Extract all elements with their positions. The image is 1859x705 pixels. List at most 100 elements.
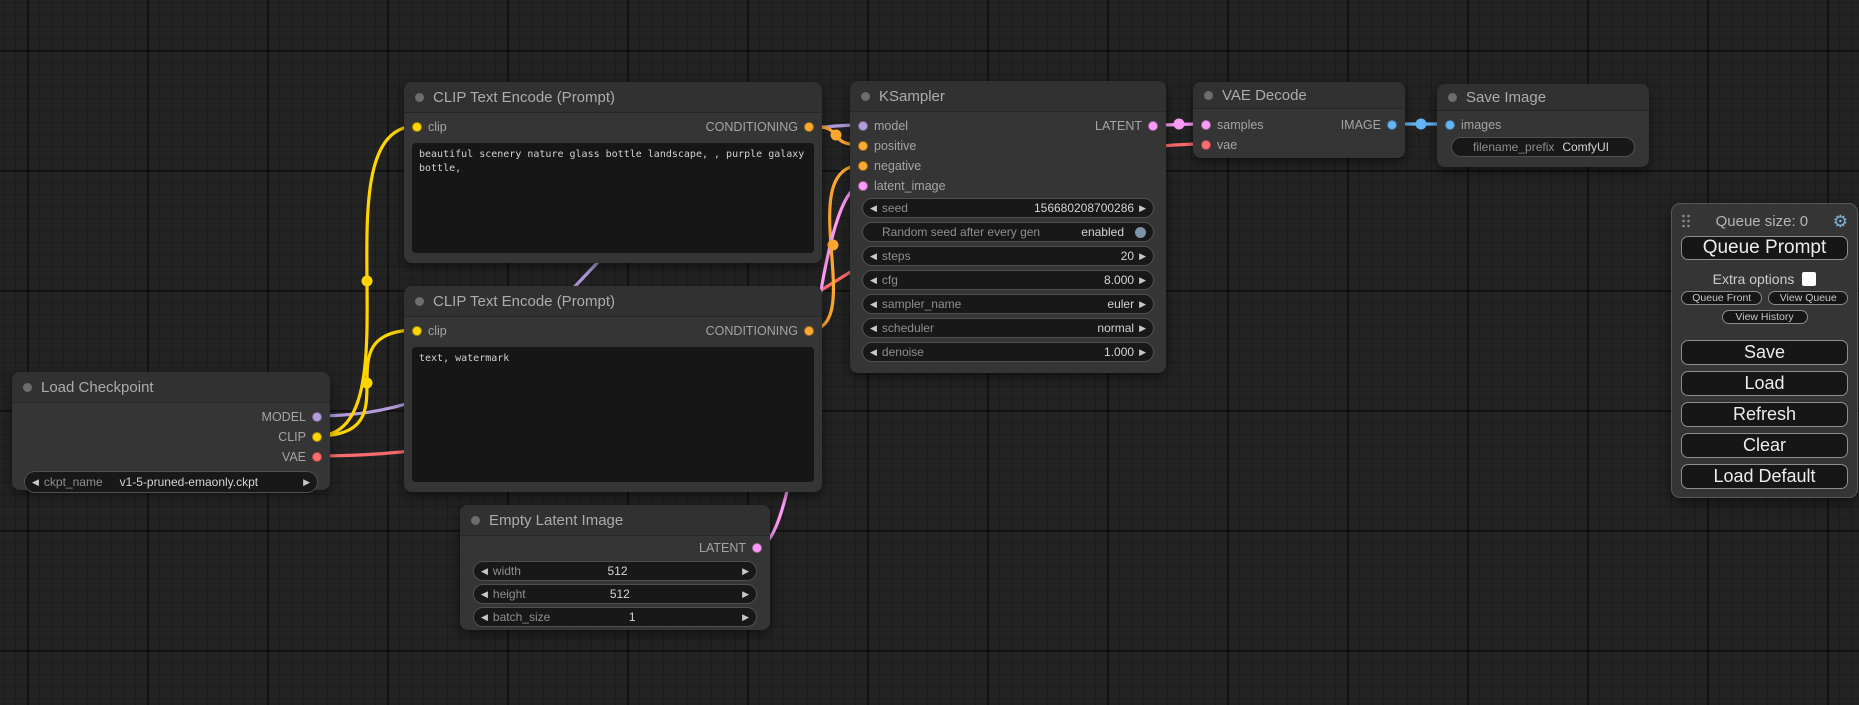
node-title-bar[interactable]: Empty Latent Image bbox=[460, 505, 770, 536]
node-clip-text-encode-positive[interactable]: CLIP Text Encode (Prompt) clip CONDITION… bbox=[404, 82, 822, 263]
decrement-arrow-icon[interactable]: ◀ bbox=[870, 300, 877, 309]
node-collapse-dot[interactable] bbox=[415, 297, 424, 306]
widget-random-seed-toggle[interactable]: Random seed after every gen enabled bbox=[862, 222, 1154, 242]
load-default-button[interactable]: Load Default bbox=[1681, 464, 1848, 489]
node-collapse-dot[interactable] bbox=[415, 93, 424, 102]
widget-seed[interactable]: ◀ seed 156680208700286 ▶ bbox=[862, 198, 1154, 218]
toggle-indicator[interactable] bbox=[1135, 227, 1146, 238]
input-port-dot[interactable] bbox=[858, 181, 868, 191]
node-collapse-dot[interactable] bbox=[23, 383, 32, 392]
widget-value: 512 bbox=[610, 587, 630, 601]
port-row: clip CONDITIONING bbox=[404, 321, 822, 341]
output-port-dot-conditioning[interactable] bbox=[804, 122, 814, 132]
output-port-dot-conditioning[interactable] bbox=[804, 326, 814, 336]
widget-filename-prefix[interactable]: filename_prefix ComfyUI bbox=[1451, 137, 1635, 157]
node-empty-latent-image[interactable]: Empty Latent Image LATENT ◀ width 512 ▶ … bbox=[460, 505, 770, 630]
node-clip-text-encode-negative[interactable]: CLIP Text Encode (Prompt) clip CONDITION… bbox=[404, 286, 822, 492]
widget-batch-size[interactable]: ◀ batch_size 1 ▶ bbox=[473, 607, 757, 627]
increment-arrow-icon[interactable]: ▶ bbox=[742, 567, 749, 576]
node-title-bar[interactable]: KSampler bbox=[850, 81, 1166, 112]
widget-width[interactable]: ◀ width 512 ▶ bbox=[473, 561, 757, 581]
node-title-bar[interactable]: VAE Decode bbox=[1193, 82, 1405, 109]
input-port-dot-samples[interactable] bbox=[1201, 120, 1211, 130]
decrement-arrow-icon[interactable]: ◀ bbox=[870, 276, 877, 285]
decrement-arrow-icon[interactable]: ◀ bbox=[870, 324, 877, 333]
output-port-dot[interactable] bbox=[312, 432, 322, 442]
comfyui-canvas[interactable]: Load Checkpoint MODEL CLIP VAE ◀ ckpt_na… bbox=[0, 0, 1859, 705]
port-row-samples-image: samples IMAGE bbox=[1193, 115, 1405, 135]
node-title: CLIP Text Encode (Prompt) bbox=[433, 293, 615, 310]
node-collapse-dot[interactable] bbox=[1448, 93, 1457, 102]
widget-steps[interactable]: ◀ steps 20 ▶ bbox=[862, 246, 1154, 266]
node-ksampler[interactable]: KSampler model LATENT positive negative … bbox=[850, 81, 1166, 373]
widget-denoise[interactable]: ◀ denoise 1.000 ▶ bbox=[862, 342, 1154, 362]
input-port-dot[interactable] bbox=[1201, 140, 1211, 150]
node-vae-decode[interactable]: VAE Decode samples IMAGE vae bbox=[1193, 82, 1405, 158]
widget-scheduler[interactable]: ◀ scheduler normal ▶ bbox=[862, 318, 1154, 338]
increment-arrow-icon[interactable]: ▶ bbox=[742, 613, 749, 622]
increment-arrow-icon[interactable]: ▶ bbox=[1139, 300, 1146, 309]
view-history-button[interactable]: View History bbox=[1722, 310, 1808, 324]
node-title-bar[interactable]: CLIP Text Encode (Prompt) bbox=[404, 82, 822, 113]
decrement-arrow-icon[interactable]: ◀ bbox=[870, 348, 877, 357]
link-midpoint-dot bbox=[831, 130, 842, 141]
node-title: CLIP Text Encode (Prompt) bbox=[433, 89, 615, 106]
widget-label: steps bbox=[882, 249, 911, 263]
node-title-bar[interactable]: Save Image bbox=[1437, 84, 1649, 111]
refresh-button[interactable]: Refresh bbox=[1681, 402, 1848, 427]
save-button[interactable]: Save bbox=[1681, 340, 1848, 365]
output-port-dot[interactable] bbox=[312, 452, 322, 462]
input-port-dot[interactable] bbox=[858, 141, 868, 151]
node-load-checkpoint[interactable]: Load Checkpoint MODEL CLIP VAE ◀ ckpt_na… bbox=[12, 372, 330, 490]
decrement-arrow-icon[interactable]: ◀ bbox=[870, 204, 877, 213]
input-port-latent-image: latent_image bbox=[850, 176, 1166, 196]
increment-arrow-icon[interactable]: ▶ bbox=[1139, 276, 1146, 285]
queue-front-button[interactable]: Queue Front bbox=[1681, 291, 1762, 305]
input-port-dot-clip[interactable] bbox=[412, 326, 422, 336]
queue-prompt-button[interactable]: Queue Prompt bbox=[1681, 236, 1848, 260]
widget-height[interactable]: ◀ height 512 ▶ bbox=[473, 584, 757, 604]
load-button[interactable]: Load bbox=[1681, 371, 1848, 396]
increment-arrow-icon[interactable]: ▶ bbox=[1139, 348, 1146, 357]
extra-options-checkbox[interactable] bbox=[1802, 272, 1816, 286]
output-port-dot-latent[interactable] bbox=[1148, 121, 1158, 131]
settings-gear-icon[interactable]: ⚙ bbox=[1833, 213, 1848, 230]
link-midpoint-dot bbox=[828, 240, 839, 251]
view-queue-button[interactable]: View Queue bbox=[1768, 291, 1848, 305]
drag-handle[interactable] bbox=[1681, 213, 1691, 229]
output-label: IMAGE bbox=[1341, 118, 1381, 132]
input-port-dot[interactable] bbox=[1445, 120, 1455, 130]
increment-arrow-icon[interactable]: ▶ bbox=[1139, 204, 1146, 213]
output-port-clip: CLIP bbox=[12, 427, 330, 447]
node-title-bar[interactable]: CLIP Text Encode (Prompt) bbox=[404, 286, 822, 317]
node-collapse-dot[interactable] bbox=[1204, 91, 1213, 100]
output-port-dot-image[interactable] bbox=[1387, 120, 1397, 130]
link-midpoint-dot bbox=[1416, 119, 1427, 130]
decrement-arrow-icon[interactable]: ◀ bbox=[481, 590, 488, 599]
clear-button[interactable]: Clear bbox=[1681, 433, 1848, 458]
output-label: CONDITIONING bbox=[706, 120, 798, 134]
increment-arrow-icon[interactable]: ▶ bbox=[303, 478, 310, 487]
widget-label: filename_prefix bbox=[1473, 140, 1554, 154]
decrement-arrow-icon[interactable]: ◀ bbox=[870, 252, 877, 261]
node-save-image[interactable]: Save Image images filename_prefix ComfyU… bbox=[1437, 84, 1649, 167]
widget-ckpt-name[interactable]: ◀ ckpt_name v1-5-pruned-emaonly.ckpt ▶ bbox=[24, 471, 318, 493]
prompt-textarea[interactable]: text, watermark bbox=[412, 347, 814, 482]
output-port-dot[interactable] bbox=[312, 412, 322, 422]
prompt-textarea[interactable]: beautiful scenery nature glass bottle la… bbox=[412, 143, 814, 253]
decrement-arrow-icon[interactable]: ◀ bbox=[32, 478, 39, 487]
output-port-dot[interactable] bbox=[752, 543, 762, 553]
increment-arrow-icon[interactable]: ▶ bbox=[742, 590, 749, 599]
node-collapse-dot[interactable] bbox=[471, 516, 480, 525]
increment-arrow-icon[interactable]: ▶ bbox=[1139, 252, 1146, 261]
widget-sampler-name[interactable]: ◀ sampler_name euler ▶ bbox=[862, 294, 1154, 314]
node-title-bar[interactable]: Load Checkpoint bbox=[12, 372, 330, 403]
input-port-dot-clip[interactable] bbox=[412, 122, 422, 132]
input-port-dot[interactable] bbox=[858, 161, 868, 171]
input-port-dot-model[interactable] bbox=[858, 121, 868, 131]
node-collapse-dot[interactable] bbox=[861, 92, 870, 101]
increment-arrow-icon[interactable]: ▶ bbox=[1139, 324, 1146, 333]
decrement-arrow-icon[interactable]: ◀ bbox=[481, 613, 488, 622]
widget-cfg[interactable]: ◀ cfg 8.000 ▶ bbox=[862, 270, 1154, 290]
decrement-arrow-icon[interactable]: ◀ bbox=[481, 567, 488, 576]
